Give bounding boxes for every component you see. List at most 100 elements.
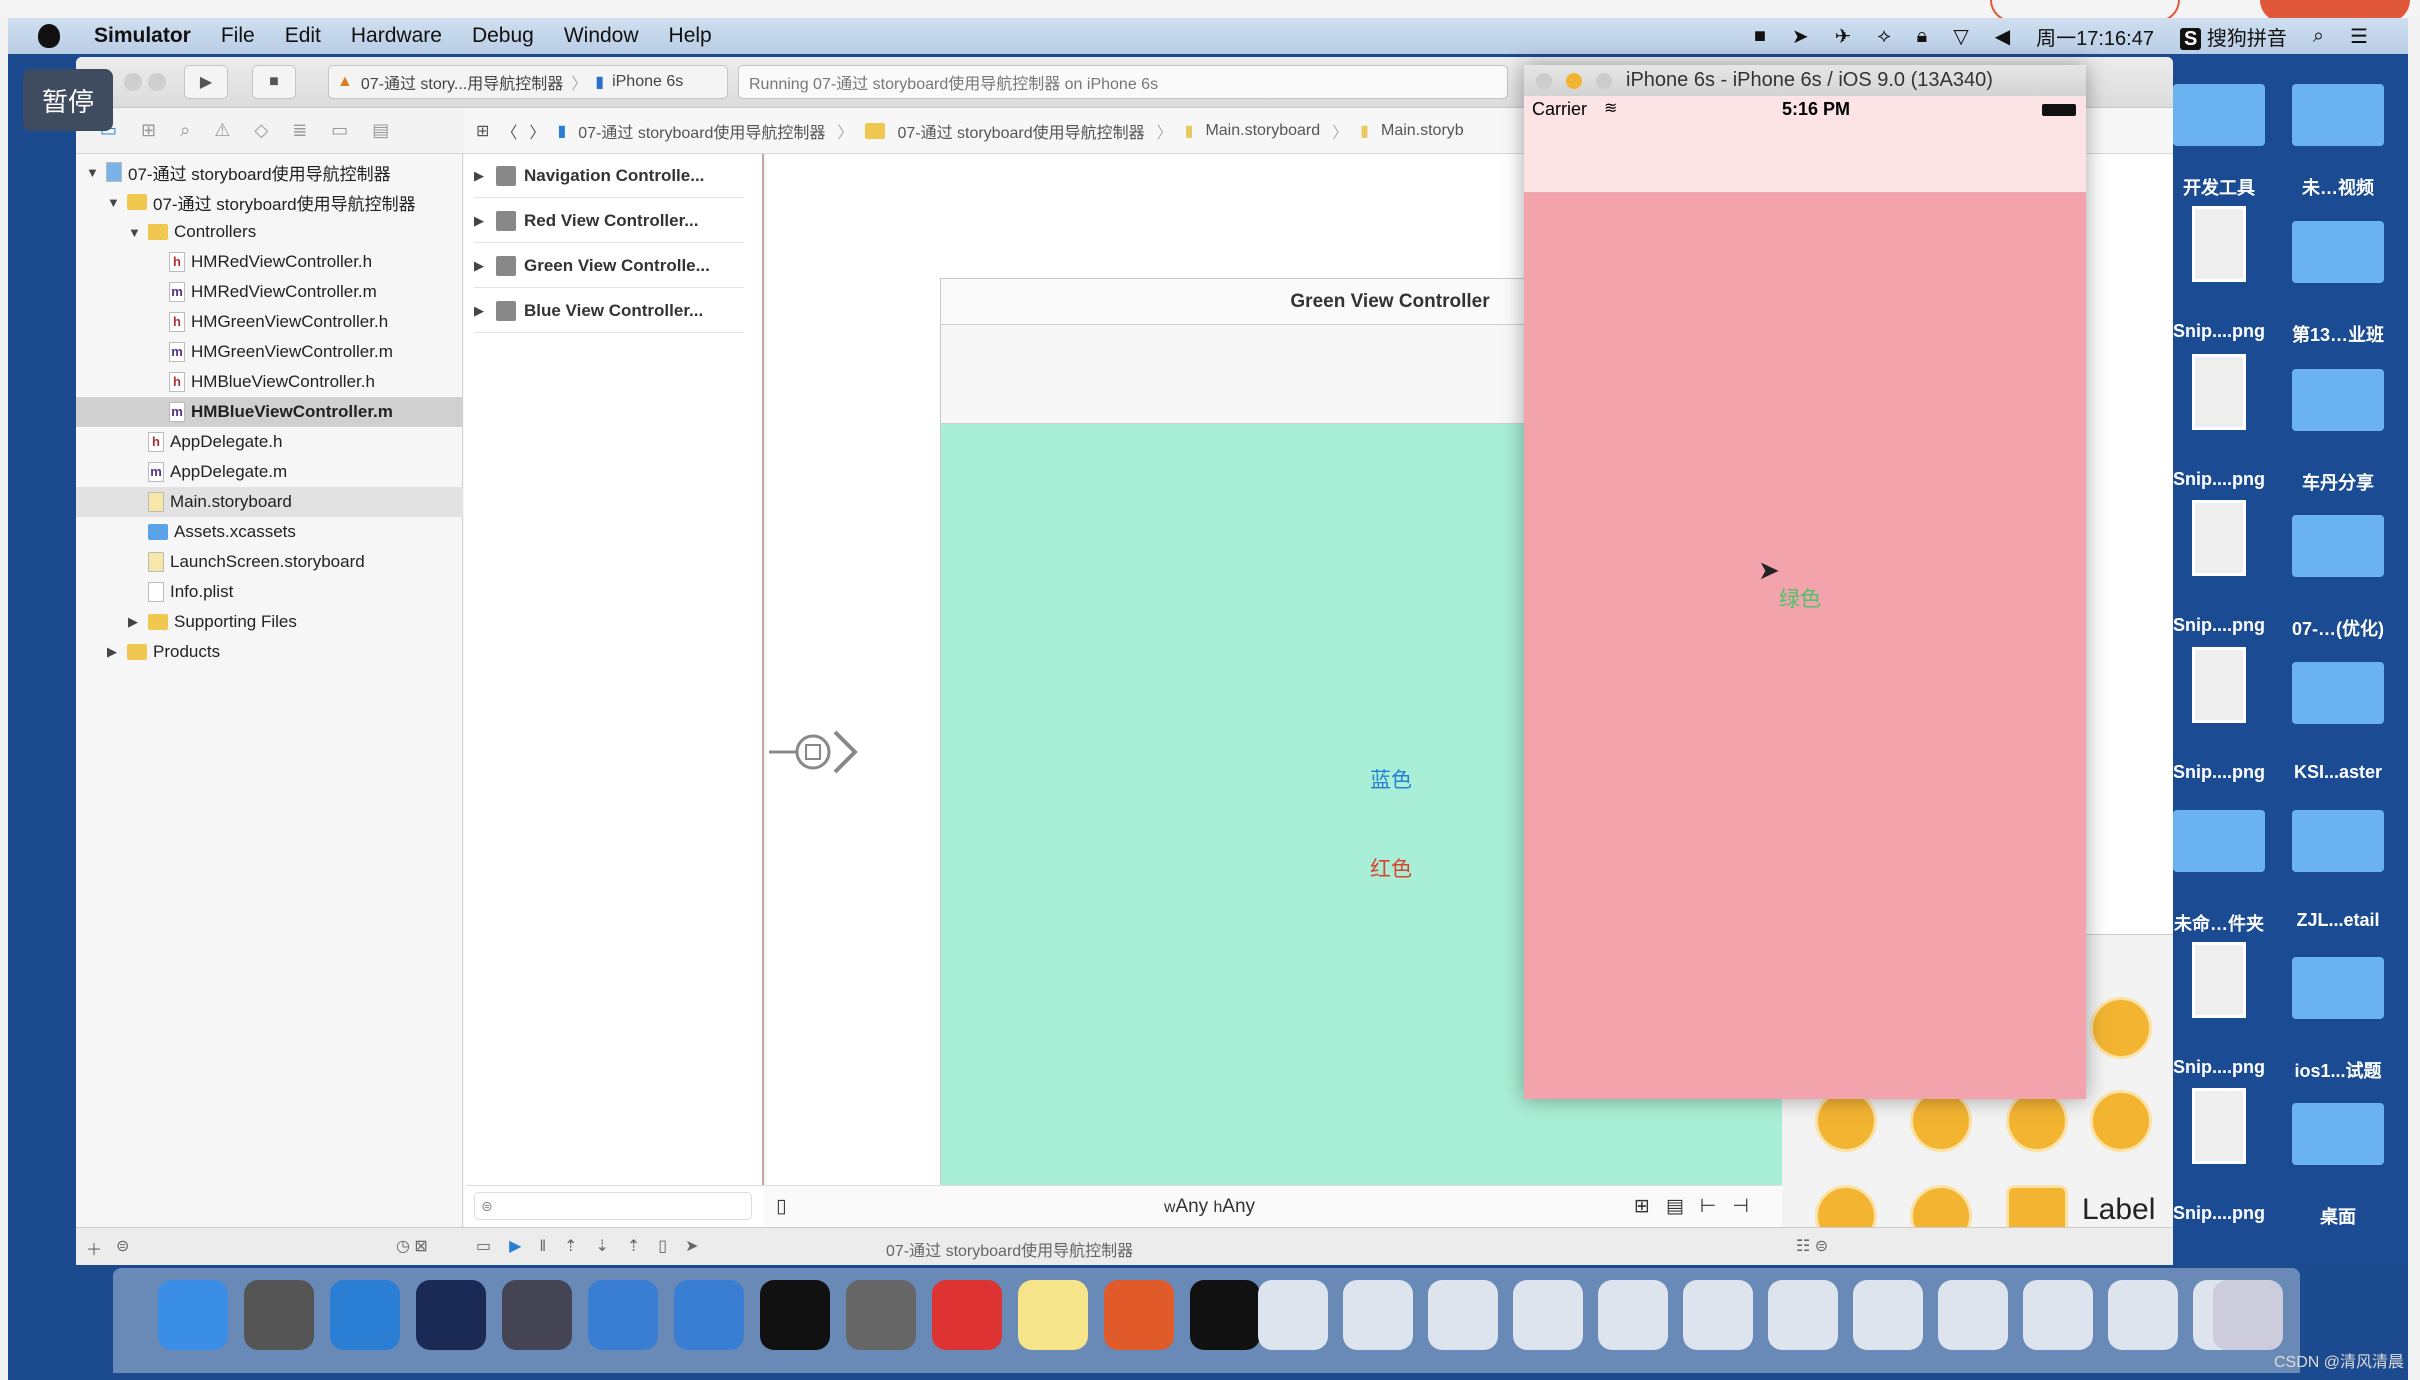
disclosure-triangle-icon[interactable]: ▶ (107, 644, 121, 660)
terminal-icon[interactable] (760, 1280, 830, 1350)
mouse-icon[interactable] (416, 1280, 486, 1350)
screen-record-icon[interactable]: ■ (1754, 25, 1766, 48)
minimize-button[interactable] (148, 73, 166, 91)
add-file-button[interactable]: ＋ (86, 1236, 102, 1260)
disclosure-triangle-icon[interactable]: ▼ (86, 165, 100, 180)
table-view-icon[interactable] (2090, 997, 2152, 1059)
navigator-item[interactable]: ▶ Products (76, 637, 463, 667)
menu-debug[interactable]: Debug (472, 24, 534, 48)
pause-badge[interactable]: 暂停 (23, 69, 113, 131)
scheme-selector[interactable]: ▲ 07-通过 story...用导航控制器 〉 ▮ iPhone 6s (328, 65, 728, 99)
window-thumb-icon[interactable] (1938, 1280, 2008, 1350)
exec-icon[interactable] (1190, 1280, 1260, 1350)
trash-icon[interactable] (2213, 1280, 2283, 1350)
folder-icon[interactable] (2173, 810, 2265, 872)
library-filter-icon[interactable]: ☷ ⊜ (1796, 1236, 1828, 1256)
desktop-item-label[interactable]: Snip....png (2159, 615, 2279, 636)
folder-icon[interactable] (2292, 221, 2384, 283)
window-thumb-icon[interactable] (1768, 1280, 1838, 1350)
device-name[interactable]: iPhone 6s (612, 73, 683, 91)
navigator-item[interactable]: Main.storyboard (76, 487, 463, 517)
navigator-item[interactable]: m HMGreenViewController.m (76, 337, 463, 367)
menu-hardware[interactable]: Hardware (351, 24, 442, 48)
disclosure-triangle-icon[interactable]: ▶ (474, 213, 488, 229)
desktop-item-label[interactable]: 07-…(优化) (2278, 615, 2398, 641)
blue-label[interactable]: 蓝色 (1370, 764, 1412, 794)
disclosure-triangle-icon[interactable]: ▶ (474, 258, 488, 274)
folder-icon[interactable] (2173, 84, 2265, 146)
finder-icon[interactable] (158, 1280, 228, 1350)
desktop-item-label[interactable]: 未…视频 (2278, 174, 2398, 200)
page-view-controller-icon[interactable] (2006, 1090, 2068, 1152)
tab-bar-controller-icon[interactable] (1910, 1090, 1972, 1152)
collection-view-icon[interactable] (1815, 1090, 1877, 1152)
navigator-item[interactable]: m AppDelegate.m (76, 457, 463, 487)
image-thumbnail-icon[interactable] (2192, 647, 2246, 723)
related-items-icon[interactable]: ⊞ (476, 121, 489, 141)
volume-icon[interactable]: ◀ (1995, 24, 2010, 49)
window-thumb-icon[interactable] (1598, 1280, 1668, 1350)
folder-icon[interactable] (2292, 369, 2384, 431)
navigator-item[interactable]: h HMRedViewController.h (76, 247, 463, 277)
menu-edit[interactable]: Edit (285, 24, 321, 48)
outline-scene-item[interactable]: ▶ Green View Controlle... (474, 244, 744, 288)
navigator-item[interactable]: ▼ 07-通过 storyboard使用导航控制器 (76, 157, 463, 187)
glkit-view-controller-icon[interactable] (2090, 1090, 2152, 1152)
network-icon[interactable]: ⟡ (1877, 25, 1890, 48)
breadcrumb-file[interactable]: Main.storyboard (1205, 122, 1320, 140)
disclosure-triangle-icon[interactable]: ▼ (107, 195, 121, 210)
location-icon[interactable]: ➤ (1792, 24, 1809, 49)
desktop-item-label[interactable]: Snip....png (2159, 1057, 2279, 1078)
ime-indicator[interactable]: S 搜狗拼音 (2179, 22, 2287, 51)
airplane-icon[interactable]: ✈ (1835, 24, 1852, 49)
outline-scene-item[interactable]: ▶ Red View Controller... (474, 199, 744, 243)
navigator-item[interactable]: Assets.xcassets (76, 517, 463, 547)
menu-window[interactable]: Window (564, 24, 639, 48)
window-thumb-icon[interactable] (1683, 1280, 1753, 1350)
navigator-item[interactable]: h HMGreenViewController.h (76, 307, 463, 337)
navigator-item[interactable]: LaunchScreen.storyboard (76, 547, 463, 577)
disclosure-triangle-icon[interactable]: ▼ (128, 225, 142, 240)
recent-files-icon[interactable]: ◷ ⊠ (396, 1236, 428, 1256)
desktop-item-label[interactable]: 未命…件夹 (2159, 910, 2279, 936)
window-thumb-icon[interactable] (1258, 1280, 1328, 1350)
wifi-icon[interactable]: ▽ (1953, 24, 1968, 49)
red-label[interactable]: 红色 (1370, 853, 1412, 883)
sim-close-button[interactable] (1536, 72, 1552, 89)
xmind-icon[interactable] (932, 1280, 1002, 1350)
sim-minimize-button[interactable] (1566, 72, 1582, 89)
entry-point-arrow[interactable] (769, 724, 859, 780)
desktop-item-label[interactable]: ios1...试题 (2278, 1057, 2398, 1083)
desktop-item-label[interactable]: KSI...aster (2278, 762, 2398, 783)
outline-scene-item[interactable]: ▶ Navigation Controlle... (474, 154, 744, 198)
notes-icon[interactable] (1018, 1280, 1088, 1350)
xcode-beta-icon[interactable] (674, 1280, 744, 1350)
lock-icon[interactable]: 🔒︎ (1917, 25, 1928, 48)
breadcrumb-scene[interactable]: Main.storyb (1381, 122, 1464, 140)
breadcrumb-project[interactable]: 07-通过 storyboard使用导航控制器 (578, 119, 825, 143)
powerpoint-icon[interactable] (1104, 1280, 1174, 1350)
run-button[interactable]: ▶ (184, 65, 228, 99)
navigator-item[interactable]: ▶ Supporting Files (76, 607, 463, 637)
system-preferences-icon[interactable] (846, 1280, 916, 1350)
symbol-navigator-icon[interactable]: ⊞ (141, 120, 156, 141)
navigator-item[interactable]: h AppDelegate.h (76, 427, 463, 457)
folder-icon[interactable] (2292, 84, 2384, 146)
desktop-item-label[interactable]: 开发工具 (2159, 174, 2279, 200)
window-thumb-icon[interactable] (1428, 1280, 1498, 1350)
outline-scene-item[interactable]: ▶ Blue View Controller... (474, 289, 744, 333)
folder-icon[interactable] (2292, 662, 2384, 724)
back-button[interactable]: 〈 (501, 119, 517, 143)
imovie-icon[interactable] (502, 1280, 572, 1350)
safari-icon[interactable] (330, 1280, 400, 1350)
debug-controls[interactable]: ▭▶‖⇡⇣⇡▯➤ (476, 1236, 716, 1256)
navigator-item[interactable]: m HMBlueViewController.m (76, 397, 463, 427)
disclosure-triangle-icon[interactable]: ▶ (474, 303, 488, 319)
navigator-item[interactable]: Info.plist (76, 577, 463, 607)
menu-app[interactable]: Simulator (94, 24, 191, 48)
folder-icon[interactable] (2292, 810, 2384, 872)
desktop-item-label[interactable]: 车丹分享 (2278, 469, 2398, 495)
navigator-item[interactable]: m HMRedViewController.m (76, 277, 463, 307)
breakpoint-navigator-icon[interactable]: ▭ (331, 120, 348, 141)
navigator-item[interactable]: h HMBlueViewController.h (76, 367, 463, 397)
